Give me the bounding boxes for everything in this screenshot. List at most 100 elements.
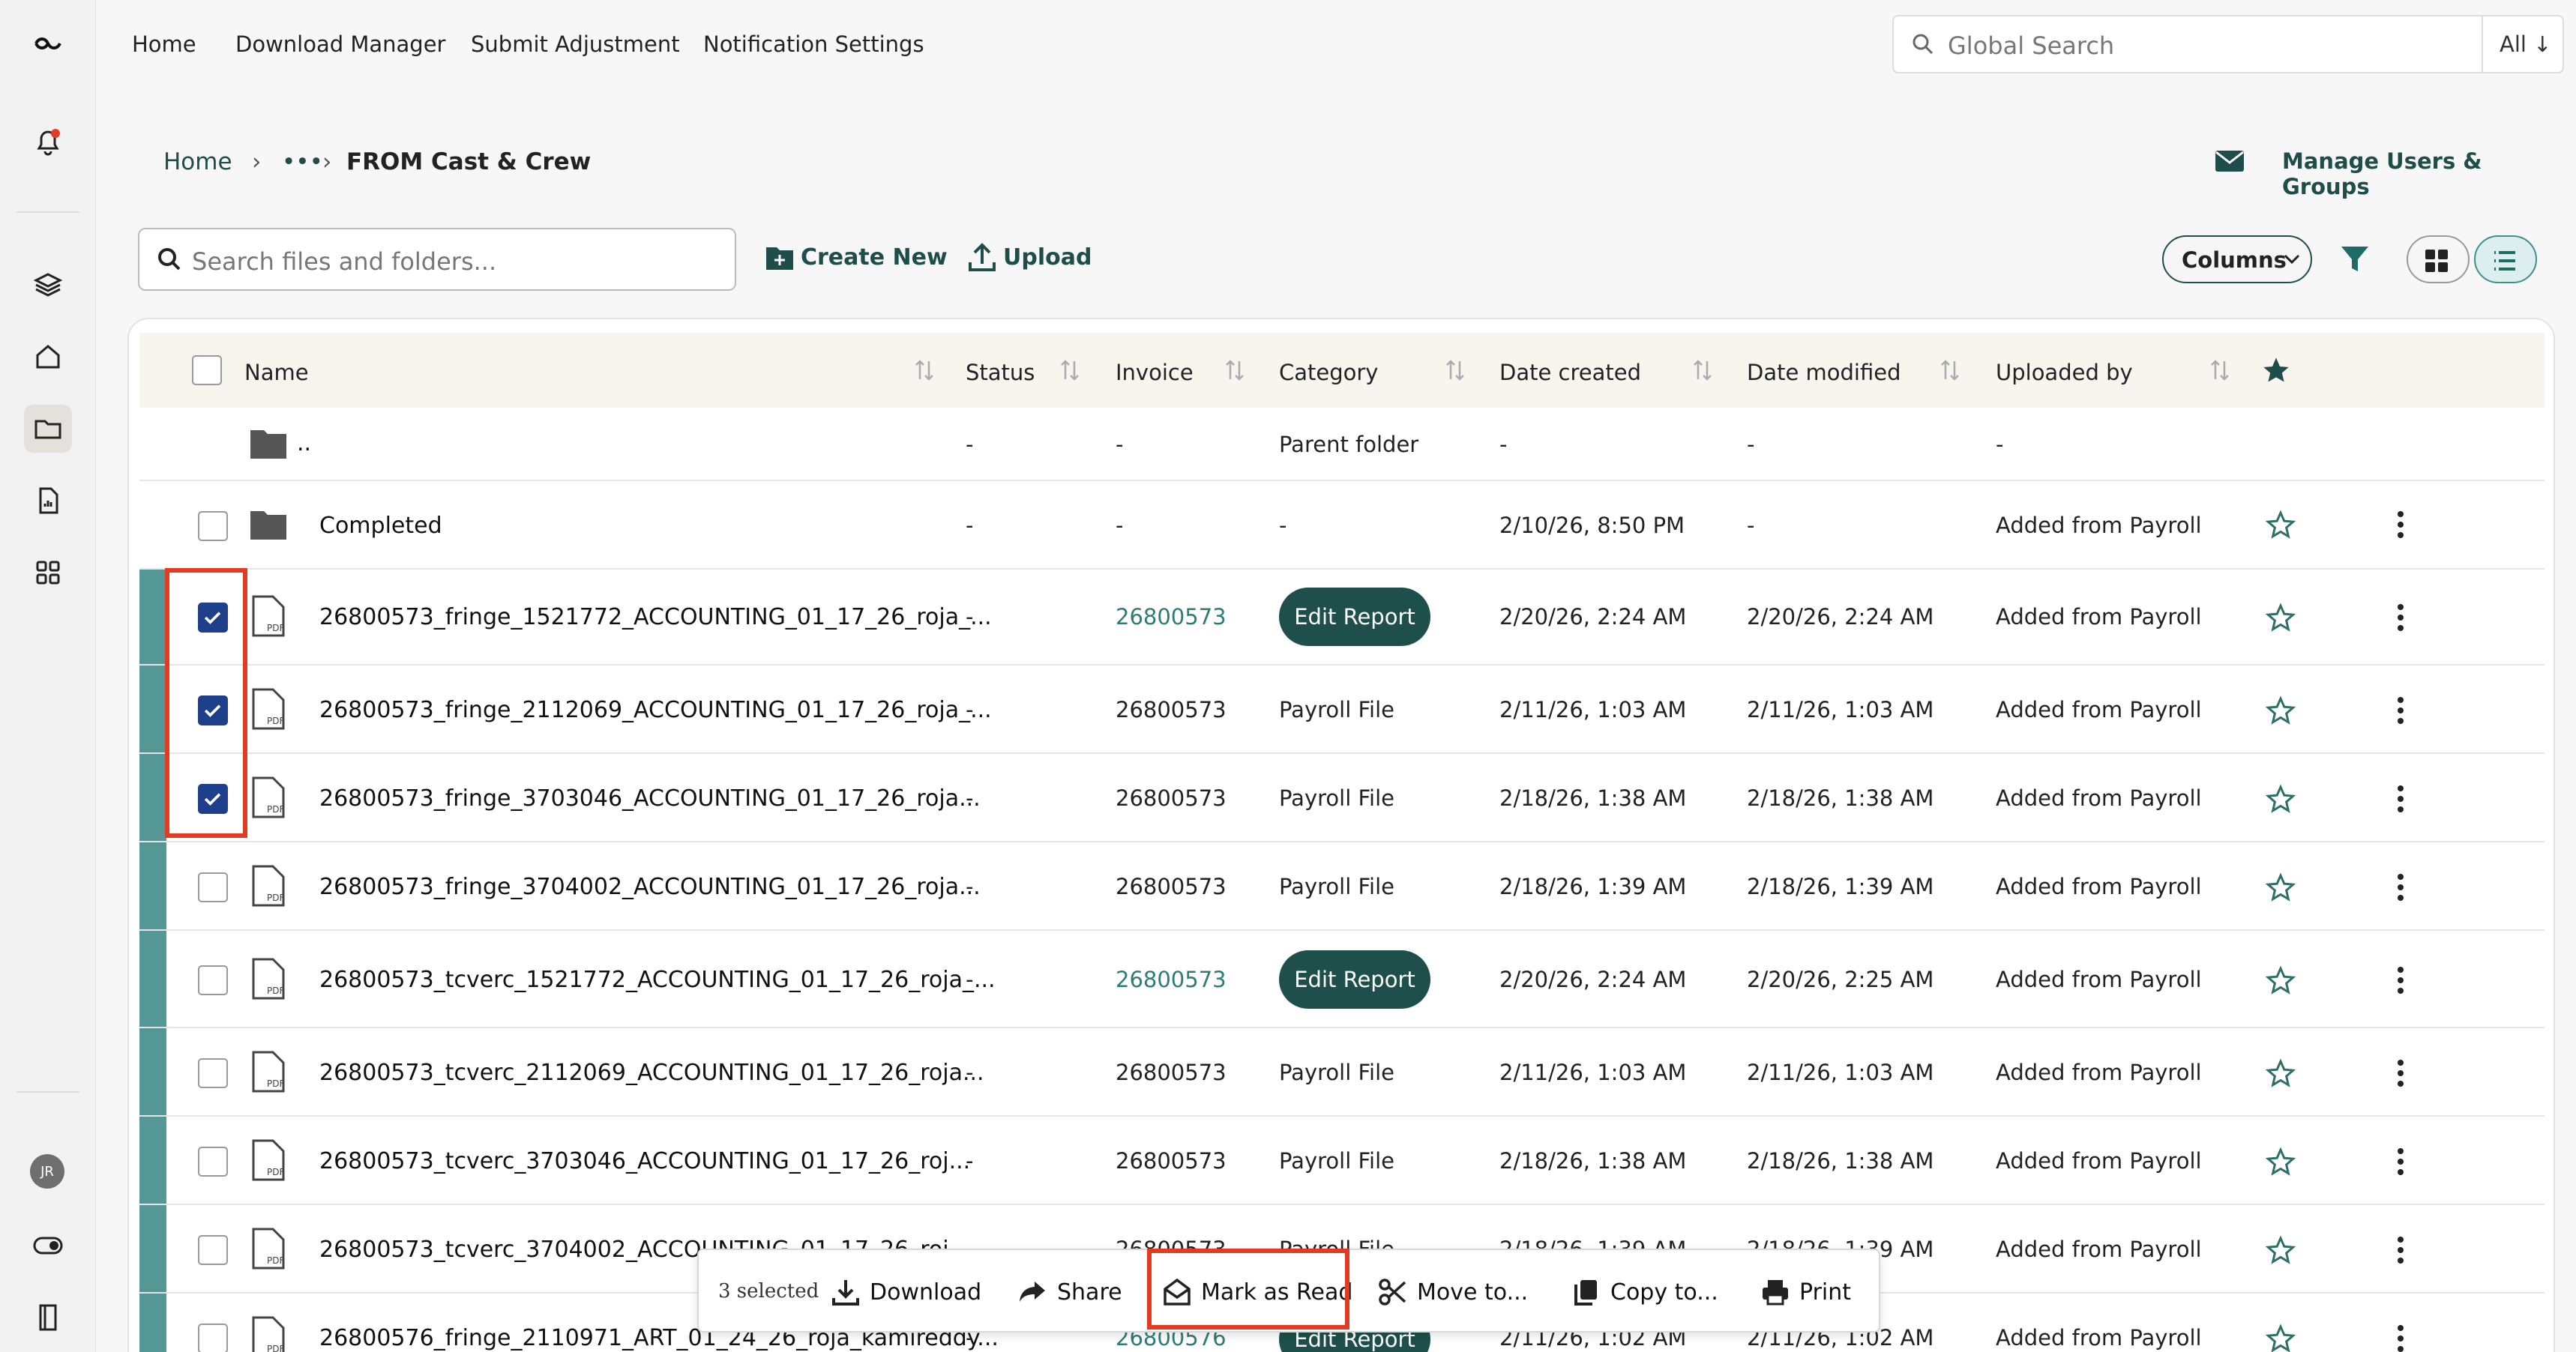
- row-category: Payroll File: [1279, 697, 1395, 722]
- sort-icon[interactable]: [1224, 357, 1246, 384]
- star-outline-icon[interactable]: [2266, 603, 2296, 633]
- nav-notification-settings[interactable]: Notification Settings: [703, 31, 924, 57]
- row-checkbox[interactable]: [198, 1058, 228, 1088]
- row-checkbox[interactable]: [198, 1235, 228, 1265]
- more-options-icon[interactable]: [2396, 1058, 2405, 1088]
- upload-button[interactable]: Upload: [1003, 244, 1092, 271]
- nav-home[interactable]: Home: [132, 31, 196, 57]
- row-name[interactable]: 26800573_tcverc_1521772_ACCOUNTING_01_17…: [319, 967, 996, 993]
- grid-view-toggle[interactable]: [2407, 235, 2470, 283]
- row-name[interactable]: 26800573_fringe_3703046_ACCOUNTING_01_17…: [319, 785, 981, 812]
- column-header-status[interactable]: Status: [966, 360, 1035, 385]
- sort-icon[interactable]: [2209, 357, 2231, 384]
- edit-report-button[interactable]: Edit Report: [1279, 588, 1430, 646]
- nav-submit-adjustment[interactable]: Submit Adjustment: [471, 31, 680, 57]
- sort-icon[interactable]: [913, 357, 936, 384]
- table-row[interactable]: PDF 26800573_fringe_2112069_ACCOUNTING_0…: [139, 666, 2545, 754]
- toggle-icon[interactable]: [24, 1222, 72, 1270]
- more-options-icon[interactable]: [2396, 1147, 2405, 1177]
- download-button[interactable]: Download: [831, 1277, 981, 1307]
- columns-dropdown[interactable]: Columns: [2162, 235, 2312, 283]
- more-options-icon[interactable]: [2396, 603, 2405, 633]
- row-status: -: [966, 697, 974, 722]
- column-header-category[interactable]: Category: [1279, 360, 1378, 385]
- notification-bell-icon[interactable]: [24, 117, 72, 165]
- table-row[interactable]: Completed - - - 2/10/26, 8:50 PM - Added…: [139, 481, 2545, 570]
- move-to-button[interactable]: Move to...: [1378, 1277, 1528, 1307]
- filter-icon[interactable]: [2339, 244, 2371, 274]
- star-outline-icon[interactable]: [2266, 1324, 2296, 1352]
- list-view-toggle[interactable]: [2474, 235, 2537, 283]
- sort-icon[interactable]: [1939, 357, 1961, 384]
- star-outline-icon[interactable]: [2266, 510, 2296, 540]
- file-search-input[interactable]: Search files and folders...: [138, 228, 736, 291]
- row-checkbox[interactable]: [198, 1324, 228, 1352]
- column-header-date-modified[interactable]: Date modified: [1747, 360, 1901, 385]
- folder-icon[interactable]: [24, 405, 72, 453]
- row-name[interactable]: 26800573_fringe_2112069_ACCOUNTING_01_17…: [319, 697, 992, 723]
- row-name[interactable]: 26800573_fringe_3704002_ACCOUNTING_01_17…: [319, 874, 981, 900]
- sort-icon[interactable]: [1691, 357, 1714, 384]
- envelope-icon[interactable]: [2215, 150, 2245, 172]
- layers-icon[interactable]: [24, 261, 72, 309]
- sort-icon[interactable]: [1059, 357, 1081, 384]
- star-outline-icon[interactable]: [2266, 965, 2296, 995]
- global-search-input[interactable]: Global Search All ↓: [1892, 15, 2564, 73]
- copy-to-button[interactable]: Copy to...: [1571, 1277, 1718, 1307]
- row-name[interactable]: ..: [297, 430, 311, 456]
- manage-users-groups-link[interactable]: Manage Users & Groups: [2282, 148, 2576, 199]
- star-outline-icon[interactable]: [2266, 1147, 2296, 1177]
- logout-door-icon[interactable]: [24, 1294, 72, 1342]
- row-invoice-link[interactable]: 26800573: [1116, 967, 1227, 992]
- more-options-icon[interactable]: [2396, 1235, 2405, 1265]
- star-outline-icon[interactable]: [2266, 1058, 2296, 1088]
- report-document-icon[interactable]: [24, 477, 72, 525]
- breadcrumb-more[interactable]: •••: [282, 148, 323, 175]
- star-outline-icon[interactable]: [2266, 695, 2296, 725]
- row-checkbox[interactable]: [198, 872, 228, 902]
- table-row[interactable]: PDF 26800573_tcverc_2112069_ACCOUNTING_0…: [139, 1028, 2545, 1117]
- more-options-icon[interactable]: [2396, 695, 2405, 725]
- more-options-icon[interactable]: [2396, 1324, 2405, 1352]
- share-button[interactable]: Share: [1018, 1277, 1122, 1307]
- search-scope-dropdown[interactable]: All ↓: [2500, 31, 2551, 57]
- row-invoice-link[interactable]: 26800573: [1116, 604, 1227, 630]
- table-row[interactable]: PDF 26800573_tcverc_3703046_ACCOUNTING_0…: [139, 1117, 2545, 1205]
- table-row[interactable]: PDF 26800573_fringe_3704002_ACCOUNTING_0…: [139, 842, 2545, 931]
- apps-grid-icon[interactable]: [24, 549, 72, 597]
- star-outline-icon[interactable]: [2266, 872, 2296, 902]
- row-name[interactable]: Completed: [319, 513, 442, 539]
- star-outline-icon[interactable]: [2266, 784, 2296, 814]
- sort-icon[interactable]: [1444, 357, 1466, 384]
- row-checkbox[interactable]: [198, 1147, 228, 1177]
- row-checkbox[interactable]: [198, 511, 228, 541]
- logo-icon[interactable]: [24, 19, 72, 67]
- more-options-icon[interactable]: [2396, 872, 2405, 902]
- table-row[interactable]: PDF 26800573_tcverc_1521772_ACCOUNTING_0…: [139, 931, 2545, 1028]
- create-new-button[interactable]: Create New: [801, 244, 948, 271]
- row-name[interactable]: 26800573_tcverc_3703046_ACCOUNTING_01_17…: [319, 1148, 970, 1174]
- column-header-invoice[interactable]: Invoice: [1116, 360, 1194, 385]
- table-row[interactable]: PDF 26800573_fringe_3703046_ACCOUNTING_0…: [139, 754, 2545, 842]
- breadcrumb-home[interactable]: Home: [163, 148, 232, 175]
- more-options-icon[interactable]: [2396, 965, 2405, 995]
- table-row[interactable]: .. - - Parent folder - - -: [139, 408, 2545, 481]
- print-button[interactable]: Print: [1760, 1277, 1851, 1307]
- row-checkbox[interactable]: [198, 965, 228, 995]
- table-row[interactable]: PDF 26800573_fringe_1521772_ACCOUNTING_0…: [139, 570, 2545, 666]
- nav-download-manager[interactable]: Download Manager: [235, 31, 445, 57]
- more-options-icon[interactable]: [2396, 784, 2405, 814]
- row-uploaded-by: Added from Payroll: [1996, 785, 2202, 811]
- home-icon[interactable]: [24, 333, 72, 381]
- select-all-checkbox[interactable]: [192, 355, 222, 385]
- more-options-icon[interactable]: [2396, 510, 2405, 540]
- avatar[interactable]: JR: [30, 1154, 64, 1189]
- column-header-date-created[interactable]: Date created: [1499, 360, 1641, 385]
- row-name[interactable]: 26800573_fringe_1521772_ACCOUNTING_01_17…: [319, 604, 992, 630]
- row-name[interactable]: 26800573_tcverc_2112069_ACCOUNTING_01_17…: [319, 1060, 984, 1086]
- favorites-star-icon[interactable]: [2261, 355, 2291, 385]
- star-outline-icon[interactable]: [2266, 1235, 2296, 1265]
- edit-report-button[interactable]: Edit Report: [1279, 950, 1430, 1009]
- column-header-name[interactable]: Name: [244, 360, 309, 385]
- column-header-uploaded-by[interactable]: Uploaded by: [1996, 360, 2133, 385]
